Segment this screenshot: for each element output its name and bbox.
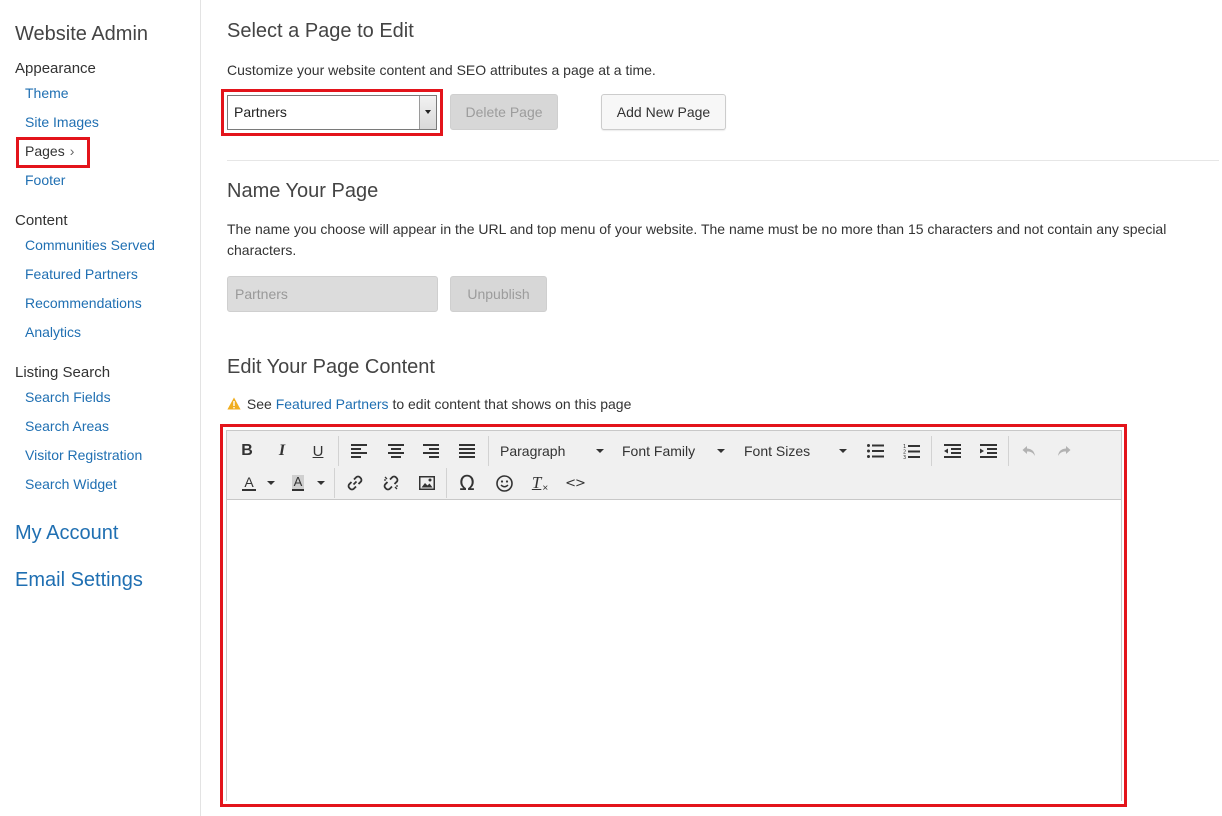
bold-button[interactable]: B xyxy=(235,438,259,464)
toolbar-separator xyxy=(488,436,489,466)
name-page-description-line2: characters. xyxy=(227,242,297,258)
sidebar-item-search-areas[interactable]: Search Areas xyxy=(25,418,109,434)
clear-formatting-x: × xyxy=(542,482,549,494)
toolbar-separator xyxy=(334,468,335,498)
select-page-heading: Select a Page to Edit xyxy=(227,20,414,42)
caret-down-icon xyxy=(596,449,604,453)
font-size-dropdown[interactable]: Font Sizes xyxy=(744,438,849,464)
source-code-icon[interactable]: <> xyxy=(563,470,587,496)
unlink-icon[interactable] xyxy=(379,470,403,496)
sidebar-section-content: Content xyxy=(15,212,68,229)
toolbar-separator xyxy=(931,436,932,466)
edit-content-heading: Edit Your Page Content xyxy=(227,356,435,378)
sidebar-email-settings[interactable]: Email Settings xyxy=(15,569,143,592)
sidebar-item-analytics[interactable]: Analytics xyxy=(25,324,81,340)
indent-icon[interactable] xyxy=(976,438,1000,464)
page-select-highlight-box xyxy=(221,89,443,136)
sidebar-item-recommendations[interactable]: Recommendations xyxy=(25,295,142,311)
edit-content-notice: See Featured Partners to edit content th… xyxy=(227,396,631,412)
outdent-icon[interactable] xyxy=(940,438,964,464)
editor-toolbar: B I U Paragraph Font Family Font Sizes 1… xyxy=(227,431,1121,500)
sidebar: Website Admin Appearance Theme Site Imag… xyxy=(0,0,201,816)
sidebar-item-featured-partners[interactable]: Featured Partners xyxy=(25,266,138,282)
sidebar-item-footer[interactable]: Footer xyxy=(25,172,65,188)
sidebar-item-communities-served[interactable]: Communities Served xyxy=(25,237,155,253)
text-color-button[interactable]: A xyxy=(237,470,261,496)
sidebar-item-theme[interactable]: Theme xyxy=(25,85,69,101)
caret-down-icon xyxy=(717,449,725,453)
caret-down-icon xyxy=(839,449,847,453)
sidebar-item-search-widget[interactable]: Search Widget xyxy=(25,476,117,492)
editor-content-area[interactable] xyxy=(227,501,1121,801)
align-justify-icon[interactable] xyxy=(455,438,479,464)
svg-text:3: 3 xyxy=(903,455,906,459)
section-divider xyxy=(227,160,1219,161)
text-color-icon: A xyxy=(242,474,256,491)
special-character-icon[interactable]: Ω xyxy=(455,470,479,496)
align-left-icon[interactable] xyxy=(347,438,371,464)
featured-partners-link[interactable]: Featured Partners xyxy=(276,396,389,412)
caret-down-icon xyxy=(317,481,325,485)
align-center-icon[interactable] xyxy=(384,438,408,464)
redo-icon[interactable] xyxy=(1052,438,1076,464)
font-family-dropdown[interactable]: Font Family xyxy=(622,438,727,464)
link-icon[interactable] xyxy=(343,470,367,496)
rich-text-editor: B I U Paragraph Font Family Font Sizes 1… xyxy=(226,430,1122,801)
unpublish-button[interactable]: Unpublish xyxy=(450,276,547,312)
bullet-list-icon[interactable] xyxy=(863,438,887,464)
add-new-page-button[interactable]: Add New Page xyxy=(601,94,726,130)
sidebar-item-visitor-registration[interactable]: Visitor Registration xyxy=(25,447,142,463)
align-right-icon[interactable] xyxy=(419,438,443,464)
name-page-description: The name you choose will appear in the U… xyxy=(227,219,1217,261)
name-page-heading: Name Your Page xyxy=(227,180,379,202)
format-dropdown[interactable]: Paragraph xyxy=(500,438,605,464)
undo-icon[interactable] xyxy=(1017,438,1041,464)
format-dropdown-label: Paragraph xyxy=(500,443,566,459)
delete-page-button[interactable]: Delete Page xyxy=(450,94,558,130)
underline-button[interactable]: U xyxy=(306,438,330,464)
image-icon[interactable] xyxy=(415,470,439,496)
clear-formatting-icon[interactable]: T × xyxy=(528,470,552,496)
background-color-icon: A xyxy=(291,474,305,491)
select-page-description: Customize your website content and SEO a… xyxy=(227,62,656,78)
font-size-dropdown-label: Font Sizes xyxy=(744,443,811,459)
pages-highlight-box xyxy=(16,137,90,168)
sidebar-item-search-fields[interactable]: Search Fields xyxy=(25,389,111,405)
clear-formatting-letter: T xyxy=(531,473,542,492)
caret-down-icon xyxy=(267,481,275,485)
name-page-description-line1: The name you choose will appear in the U… xyxy=(227,221,1167,237)
background-color-dropdown[interactable] xyxy=(314,470,328,496)
numbered-list-icon[interactable]: 123 xyxy=(899,438,923,464)
warning-icon xyxy=(227,397,241,410)
text-color-dropdown[interactable] xyxy=(264,470,278,496)
sidebar-section-listing-search: Listing Search xyxy=(15,364,111,381)
page-name-input[interactable]: Partners xyxy=(227,276,438,312)
toolbar-separator xyxy=(1008,436,1009,466)
sidebar-title: Website Admin xyxy=(15,23,149,45)
italic-button[interactable]: I xyxy=(270,438,294,464)
background-color-button[interactable]: A xyxy=(286,470,310,496)
font-family-dropdown-label: Font Family xyxy=(622,443,696,459)
toolbar-separator xyxy=(338,436,339,466)
toolbar-separator xyxy=(446,468,447,498)
notice-suffix: to edit content that shows on this page xyxy=(392,396,632,412)
sidebar-my-account[interactable]: My Account xyxy=(15,522,118,545)
notice-prefix: See xyxy=(246,396,272,412)
sidebar-section-appearance: Appearance xyxy=(15,60,96,77)
sidebar-item-site-images[interactable]: Site Images xyxy=(25,114,99,130)
emoticon-icon[interactable] xyxy=(492,470,516,496)
